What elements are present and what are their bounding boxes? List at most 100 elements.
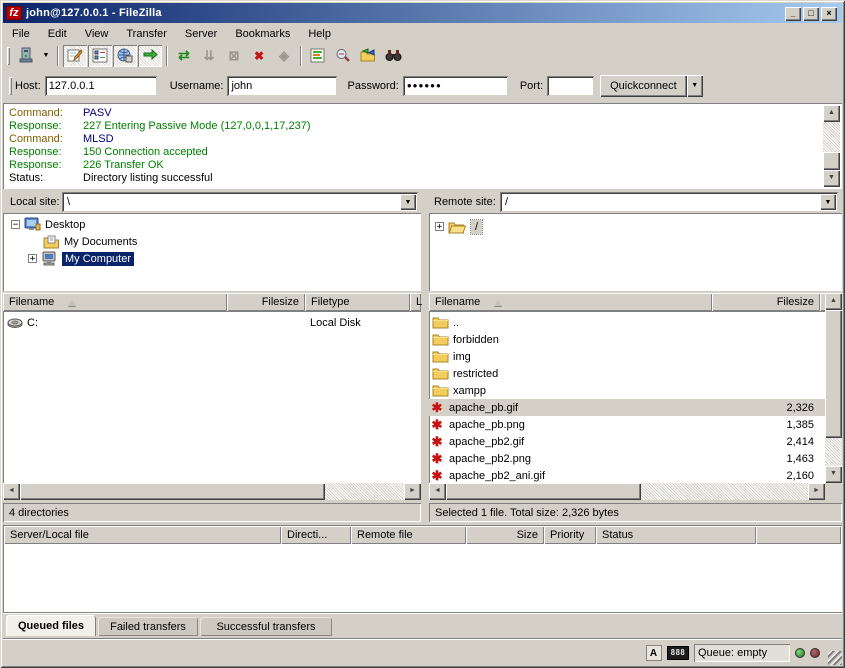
minimize-button[interactable]: _ [785,7,801,21]
host-input[interactable] [45,76,157,96]
file-type: Local Disk [310,317,361,329]
column-header-status[interactable]: Status [596,526,756,544]
tree-item-desktop[interactable]: − Desktop [11,216,85,233]
port-input[interactable] [547,76,594,96]
expand-icon[interactable]: + [28,254,37,263]
quickconnect-button[interactable]: Quickconnect [600,75,687,97]
file-row[interactable]: .. [429,314,825,331]
username-input[interactable] [227,76,337,96]
file-row[interactable]: restricted [429,365,825,382]
expand-icon[interactable]: + [435,222,444,231]
file-size: 2,326 [729,402,814,414]
site-manager-button[interactable] [14,45,38,67]
column-header-filename[interactable]: Filename [429,293,712,311]
remote-site-combo[interactable]: / ▼ [500,192,838,212]
scroll-right-icon[interactable]: ► [808,483,825,500]
scroll-up-icon[interactable]: ▲ [825,293,842,310]
column-header-filler [756,526,841,544]
combo-arrow-icon[interactable]: ▼ [400,194,416,210]
site-manager-dropdown-button[interactable]: ▼ [39,45,53,67]
column-header-filename[interactable]: Filename [3,293,227,311]
scroll-left-icon[interactable]: ◄ [429,483,446,500]
toggle-local-tree-button[interactable] [88,45,112,67]
directory-comparison-button[interactable] [331,45,355,67]
password-input[interactable] [403,76,508,96]
toggle-log-button[interactable] [63,45,87,67]
menu-server[interactable]: Server [176,26,226,42]
menu-help[interactable]: Help [299,26,340,42]
toggle-remote-tree-button[interactable] [113,45,137,67]
log-scrollbar[interactable]: ▲ ▼ [823,105,840,187]
menu-bookmarks[interactable]: Bookmarks [226,26,299,42]
transfer-queue-icon [142,48,158,63]
toggle-queue-button[interactable] [138,45,162,67]
open-folder-icon [448,220,467,234]
scrollbar-thumb[interactable] [823,152,840,170]
file-row[interactable]: forbidden [429,331,825,348]
tree-item-my-documents[interactable]: My Documents [43,233,137,250]
column-header-direction[interactable]: Directi... [281,526,351,544]
remote-vscrollbar[interactable]: ▲ ▼ [825,293,842,483]
refresh-button[interactable]: ⇄ [172,45,196,67]
scrollbar-thumb[interactable] [446,483,641,500]
image-file-icon: ✱ [429,468,445,484]
file-row[interactable]: ✱ apache_pb2.gif 2,414 [429,433,825,450]
menu-view[interactable]: View [76,26,118,42]
column-header-priority[interactable]: Priority [544,526,596,544]
speed-limits-icon[interactable]: 888 [667,646,689,660]
column-header-filetype[interactable]: Filetype [305,293,410,311]
username-label: Username: [170,80,224,92]
toolbar-separator [57,46,59,66]
column-header-filesize[interactable]: Filesize [712,293,820,311]
column-header-lastmodified[interactable]: L [410,293,421,311]
scrollbar-thumb[interactable] [825,310,842,438]
file-row-selected[interactable]: ✱ apache_pb.gif 2,326 [429,399,825,416]
scrollbar-thumb[interactable] [20,483,325,500]
process-queue-button[interactable]: ⇊ [197,45,221,67]
scroll-down-icon[interactable]: ▼ [823,170,840,187]
scroll-up-icon[interactable]: ▲ [823,105,840,122]
local-hscrollbar[interactable]: ◄ ► [3,483,421,500]
transfer-type-icon[interactable]: A [646,645,662,661]
maximize-button[interactable]: □ [803,7,819,21]
resize-grip[interactable] [828,651,842,665]
file-row-c-drive[interactable]: C: Local Disk [3,314,421,331]
column-header-server-local-file[interactable]: Server/Local file [4,526,281,544]
remote-hscrollbar[interactable]: ◄ ► [429,483,825,500]
log-line: Command:MLSD [9,133,114,146]
tree-item-root[interactable]: + / [435,218,482,235]
scroll-left-icon[interactable]: ◄ [3,483,20,500]
synchronized-browsing-button[interactable] [356,45,380,67]
collapse-icon[interactable]: − [11,220,20,229]
quickconnect-dropdown-button[interactable]: ▼ [687,75,703,97]
find-files-button[interactable] [381,45,405,67]
combo-arrow-icon[interactable]: ▼ [820,194,836,210]
tab-queued-files[interactable]: Queued files [6,615,96,636]
menu-file[interactable]: File [3,26,39,42]
column-header-filesize[interactable]: Filesize [227,293,305,311]
tree-item-my-computer[interactable]: + My Computer [28,250,134,267]
filter-button[interactable] [306,45,330,67]
local-site-combo[interactable]: \ ▼ [62,192,418,212]
column-header-remote-file[interactable]: Remote file [351,526,466,544]
file-row[interactable]: ✱ apache_pb2.png 1,463 [429,450,825,467]
log-text: PASV [83,107,112,119]
log-text: 150 Connection accepted [83,146,208,158]
tab-failed-transfers[interactable]: Failed transfers [98,617,198,636]
column-header-size[interactable]: Size [466,526,544,544]
scroll-down-icon[interactable]: ▼ [825,466,842,483]
close-button[interactable]: × [821,7,837,21]
disconnect-button[interactable]: ✖ [247,45,271,67]
file-row[interactable]: img [429,348,825,365]
menu-transfer[interactable]: Transfer [117,26,176,42]
cancel-button[interactable]: ⊠ [222,45,246,67]
tab-successful-transfers[interactable]: Successful transfers [200,617,332,636]
reconnect-button[interactable]: ◈ [272,45,296,67]
file-row[interactable]: xampp [429,382,825,399]
file-row[interactable]: ✱ apache_pb.png 1,385 [429,416,825,433]
quickconnect-grip[interactable] [9,77,12,95]
toolbar-grip[interactable] [7,47,10,65]
menu-edit[interactable]: Edit [39,26,76,42]
scroll-right-icon[interactable]: ► [404,483,421,500]
file-row[interactable]: ✱ apache_pb2_ani.gif 2,160 [429,467,825,483]
